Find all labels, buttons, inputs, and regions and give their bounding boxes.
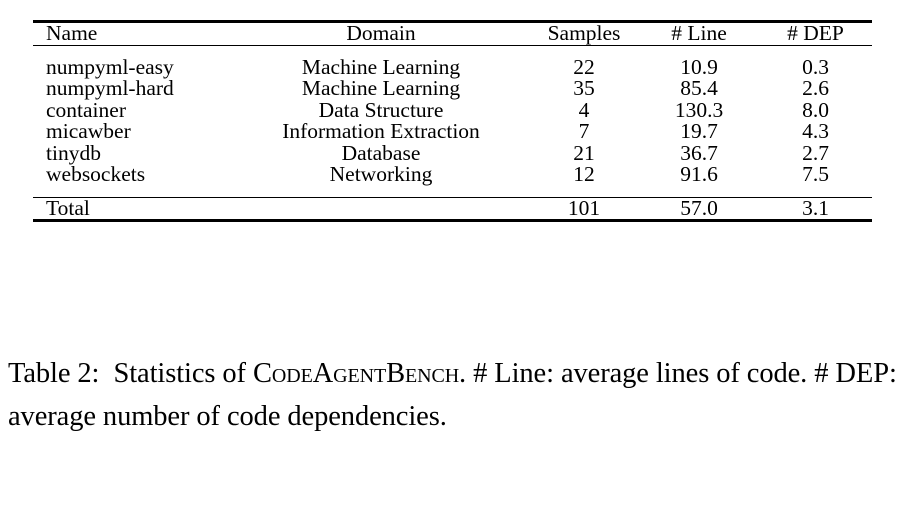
table-total-row: Total 101 57.0 3.1 — [33, 195, 872, 220]
cell-line: 130.3 — [674, 97, 724, 122]
cell-dep: 0.3 — [802, 54, 829, 79]
statistics-table: Name Domain Samples # Line # DEP numpyml… — [33, 20, 872, 222]
table-row: container Data Structure 4 130.3 8.0 — [33, 97, 872, 122]
cell-line: 36.7 — [680, 140, 718, 165]
cell-name: container — [46, 97, 126, 122]
cell-dep: 4.3 — [802, 119, 829, 143]
cell-name: numpyml-hard — [46, 76, 174, 100]
cell-line: 19.7 — [680, 119, 718, 143]
cell-domain: Data Structure — [318, 97, 444, 122]
cell-dep: 7.5 — [802, 162, 829, 186]
cell-samples: 4 — [578, 97, 590, 122]
cell-domain: Database — [341, 140, 421, 165]
cell-dep: 8.0 — [802, 97, 829, 122]
table-header-row: Name Domain Samples # Line # DEP — [33, 21, 872, 45]
cell-name: micawber — [46, 119, 131, 143]
column-header-domain: Domain — [346, 21, 416, 45]
table-caption: Table 2: Statistics of CodeAgentBench. #… — [8, 352, 904, 438]
caption-label: Table 2: — [8, 358, 100, 389]
table-row: numpyml-hard Machine Learning 35 85.4 2.… — [33, 76, 872, 100]
column-header-dep: # DEP — [787, 21, 844, 45]
cell-line: 85.4 — [680, 76, 718, 100]
cell-samples: 35 — [573, 76, 595, 100]
statistics-table-container: Name Domain Samples # Line # DEP numpyml… — [33, 20, 872, 222]
column-header-name: Name — [46, 21, 98, 45]
table-bottom-rule — [33, 219, 872, 222]
cell-total-label: Total — [46, 195, 90, 220]
column-header-line: # Line — [671, 21, 727, 45]
cell-total-line: 57.0 — [680, 195, 718, 220]
cell-domain: Information Extraction — [282, 119, 480, 143]
cell-total-samples: 101 — [567, 195, 601, 220]
cell-line: 10.9 — [680, 54, 718, 79]
table-row: websockets Networking 12 91.6 7.5 — [33, 162, 872, 197]
cell-name: numpyml-easy — [46, 54, 174, 79]
cell-samples: 22 — [573, 54, 595, 79]
cell-domain: Machine Learning — [301, 54, 461, 79]
cell-dep: 2.7 — [802, 140, 829, 165]
cell-samples: 12 — [573, 162, 595, 186]
cell-domain: Machine Learning — [301, 76, 461, 100]
cell-dep: 2.6 — [802, 76, 829, 100]
caption-benchmark-name: CodeAgentBench — [252, 358, 460, 389]
cell-samples: 21 — [573, 140, 595, 165]
cell-samples: 7 — [578, 119, 590, 143]
cell-name: websockets — [46, 162, 146, 186]
table-figure-page: Name Domain Samples # Line # DEP numpyml… — [0, 0, 910, 518]
caption-lead: Statistics of — [113, 358, 253, 389]
table-row: tinydb Database 21 36.7 2.7 — [33, 140, 872, 165]
table-row: numpyml-easy Machine Learning 22 10.9 0.… — [33, 46, 872, 79]
cell-total-dep: 3.1 — [802, 195, 829, 220]
column-header-samples: Samples — [547, 21, 621, 45]
cell-domain: Networking — [329, 162, 433, 186]
cell-name: tinydb — [46, 140, 101, 165]
cell-total-domain — [233, 198, 529, 220]
table-row: micawber Information Extraction 7 19.7 4… — [33, 119, 872, 143]
cell-line: 91.6 — [680, 162, 718, 186]
